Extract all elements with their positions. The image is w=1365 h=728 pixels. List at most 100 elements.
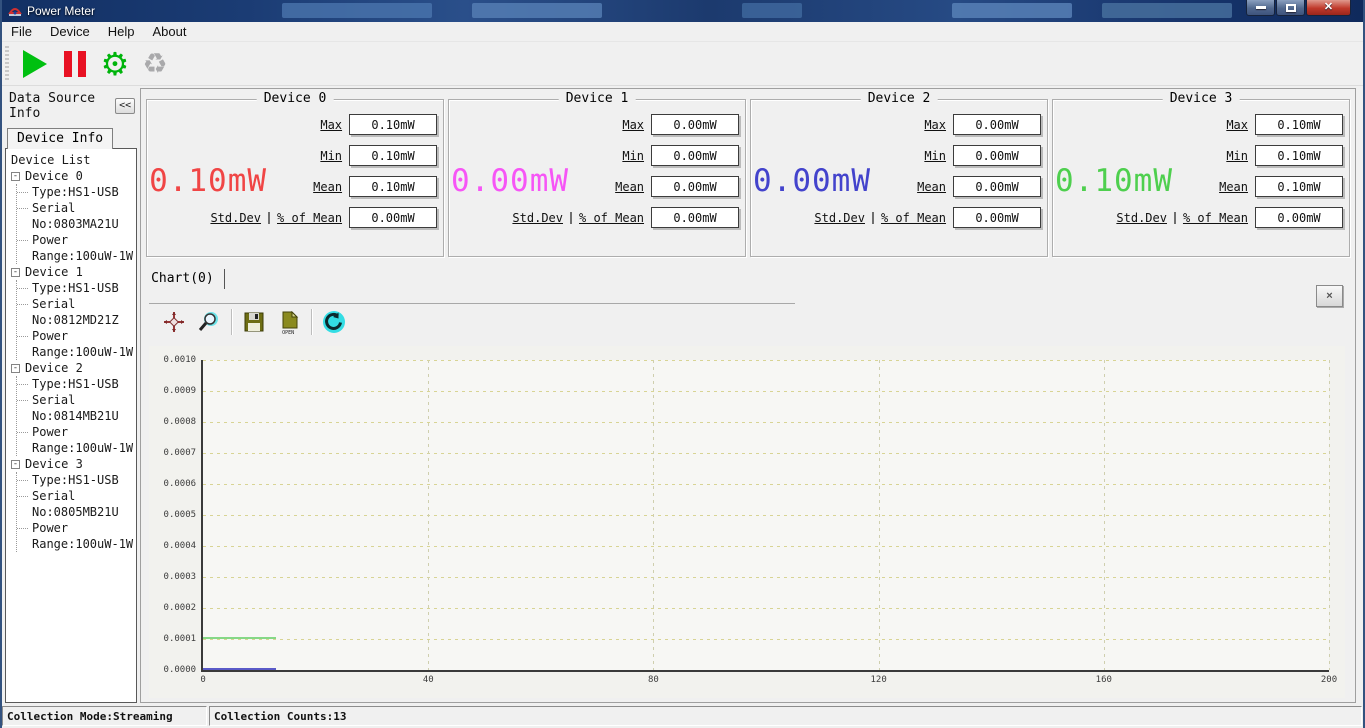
- mean-field: 0.10mW: [349, 176, 437, 197]
- toolbar-gripper: [5, 46, 9, 82]
- tree-item-type[interactable]: Type:HS1-USB: [17, 280, 134, 296]
- v-gridline: [428, 360, 429, 670]
- y-tick-label: 0.0010: [164, 355, 197, 365]
- glass-reflection: [952, 3, 1072, 18]
- recycle-icon: ♻: [142, 50, 167, 78]
- tree-children: Type:HS1-USB Serial No:0812MD21Z Power R…: [16, 280, 134, 360]
- chart-canvas[interactable]: 0.00000.00010.00020.00030.00040.00050.00…: [149, 346, 1345, 698]
- pct-of-mean-checkbox[interactable]: [1174, 212, 1176, 224]
- save-chart-button[interactable]: [241, 309, 267, 335]
- v-gridline: [1104, 360, 1105, 670]
- glass-reflection: [472, 3, 602, 18]
- recycle-button[interactable]: ♻: [135, 45, 175, 83]
- panel-title: Device 0: [257, 91, 334, 106]
- menu-about[interactable]: About: [143, 23, 195, 40]
- h-gridline: [203, 360, 1329, 361]
- main-toolbar: ⚙ ♻: [2, 42, 1363, 86]
- tree-node-device-0[interactable]: - Device 0: [11, 168, 134, 184]
- tree-item-range[interactable]: Power Range:100uW-1W: [17, 424, 134, 456]
- tree-node-device-1[interactable]: - Device 1: [11, 264, 134, 280]
- tab-device-info[interactable]: Device Info: [7, 128, 113, 149]
- pause-button[interactable]: [55, 45, 95, 83]
- y-tick-label: 0.0002: [164, 603, 197, 613]
- tree-node-device-3[interactable]: - Device 3: [11, 456, 134, 472]
- settings-button[interactable]: ⚙: [95, 45, 135, 83]
- device-tree: Device List - Device 0 Type:HS1-USB Seri…: [5, 148, 137, 703]
- cursor-tracking-button[interactable]: [161, 309, 187, 335]
- h-gridline: [203, 422, 1329, 423]
- collapse-box-icon[interactable]: -: [11, 172, 20, 181]
- minimize-icon: [1256, 6, 1266, 9]
- tree-item-type[interactable]: Type:HS1-USB: [17, 472, 134, 488]
- plot-area[interactable]: 0.00000.00010.00020.00030.00040.00050.00…: [201, 360, 1329, 672]
- series-line-device-2: [203, 668, 276, 670]
- app-icon: [8, 4, 22, 18]
- y-tick-label: 0.0001: [164, 634, 197, 644]
- power-readout: 0.10mW: [149, 114, 267, 248]
- open-label: OPEN: [282, 330, 294, 336]
- mean-label: Mean: [615, 180, 644, 194]
- sidebar-collapse-button[interactable]: <<: [115, 98, 135, 114]
- mean-label: Mean: [917, 180, 946, 194]
- power-readout: 0.10mW: [1055, 114, 1173, 248]
- h-gridline: [203, 515, 1329, 516]
- open-chart-button[interactable]: OPEN: [276, 309, 302, 335]
- play-icon: [23, 50, 47, 78]
- stddev-field: 0.00mW: [651, 207, 739, 228]
- reset-view-button[interactable]: [321, 309, 347, 335]
- collapse-box-icon[interactable]: -: [11, 364, 20, 373]
- tree-item-range[interactable]: Power Range:100uW-1W: [17, 520, 134, 552]
- minimize-button[interactable]: [1246, 0, 1275, 16]
- tree-item-serial[interactable]: Serial No:0812MD21Z: [17, 296, 134, 328]
- max-label: Max: [1226, 118, 1248, 132]
- stddev-label: Std.Dev: [210, 211, 261, 225]
- chart-toolbar: OPEN: [149, 304, 1345, 340]
- power-readout: 0.00mW: [451, 114, 569, 248]
- collapse-box-icon[interactable]: -: [11, 268, 20, 277]
- device-panels-row: Device 0 0.10mW Max 0.10mW Min 0.10mW Mean…: [141, 89, 1355, 259]
- status-bar: Collection Mode:Streaming Collection Cou…: [2, 705, 1363, 728]
- zoom-button[interactable]: [196, 309, 222, 335]
- pct-of-mean-checkbox[interactable]: [268, 212, 270, 224]
- x-tick-label: 120: [870, 675, 886, 685]
- tree-item-serial[interactable]: Serial No:0805MB21U: [17, 488, 134, 520]
- collapse-box-icon[interactable]: -: [11, 460, 20, 469]
- tab-chart-0[interactable]: Chart(0): [149, 269, 222, 289]
- tree-item-range[interactable]: Power Range:100uW-1W: [17, 232, 134, 264]
- y-tick-label: 0.0008: [164, 417, 197, 427]
- tree-item-serial[interactable]: Serial No:0803MA21U: [17, 200, 134, 232]
- pct-of-mean-checkbox[interactable]: [570, 212, 572, 224]
- min-field: 0.00mW: [651, 145, 739, 166]
- tree-item-range[interactable]: Power Range:100uW-1W: [17, 328, 134, 360]
- y-tick-label: 0.0005: [164, 510, 197, 520]
- pct-of-mean-checkbox[interactable]: [872, 212, 874, 224]
- undo-arrow-icon: [321, 309, 347, 335]
- main-area: Data Source Info << Device Info Device L…: [2, 86, 1363, 705]
- tree-root[interactable]: Device List: [11, 152, 134, 168]
- tree-item-serial[interactable]: Serial No:0814MB21U: [17, 392, 134, 424]
- h-gridline: [203, 608, 1329, 609]
- menu-help[interactable]: Help: [99, 23, 144, 40]
- tree-item-type[interactable]: Type:HS1-USB: [17, 184, 134, 200]
- content-area: Device 0 0.10mW Max 0.10mW Min 0.10mW Mean…: [140, 88, 1356, 703]
- menu-file[interactable]: File: [2, 23, 41, 40]
- stddev-field: 0.00mW: [1255, 207, 1343, 228]
- status-collection-mode: Collection Mode:Streaming: [2, 706, 207, 726]
- h-gridline: [203, 453, 1329, 454]
- chart-close-button[interactable]: ×: [1316, 285, 1343, 307]
- glass-reflection: [1102, 3, 1232, 18]
- tree-node-device-2[interactable]: - Device 2: [11, 360, 134, 376]
- menu-device[interactable]: Device: [41, 23, 99, 40]
- start-button[interactable]: [15, 45, 55, 83]
- close-button[interactable]: ✕: [1306, 0, 1351, 16]
- tree-item-type[interactable]: Type:HS1-USB: [17, 376, 134, 392]
- maximize-button[interactable]: [1276, 0, 1305, 16]
- h-gridline: [203, 484, 1329, 485]
- y-tick-label: 0.0006: [164, 479, 197, 489]
- min-field: 0.10mW: [1255, 145, 1343, 166]
- x-tick-label: 80: [648, 675, 659, 685]
- min-label: Min: [924, 149, 946, 163]
- save-icon: [243, 311, 265, 333]
- tab-separator: [224, 269, 225, 289]
- gear-icon: ⚙: [101, 48, 130, 80]
